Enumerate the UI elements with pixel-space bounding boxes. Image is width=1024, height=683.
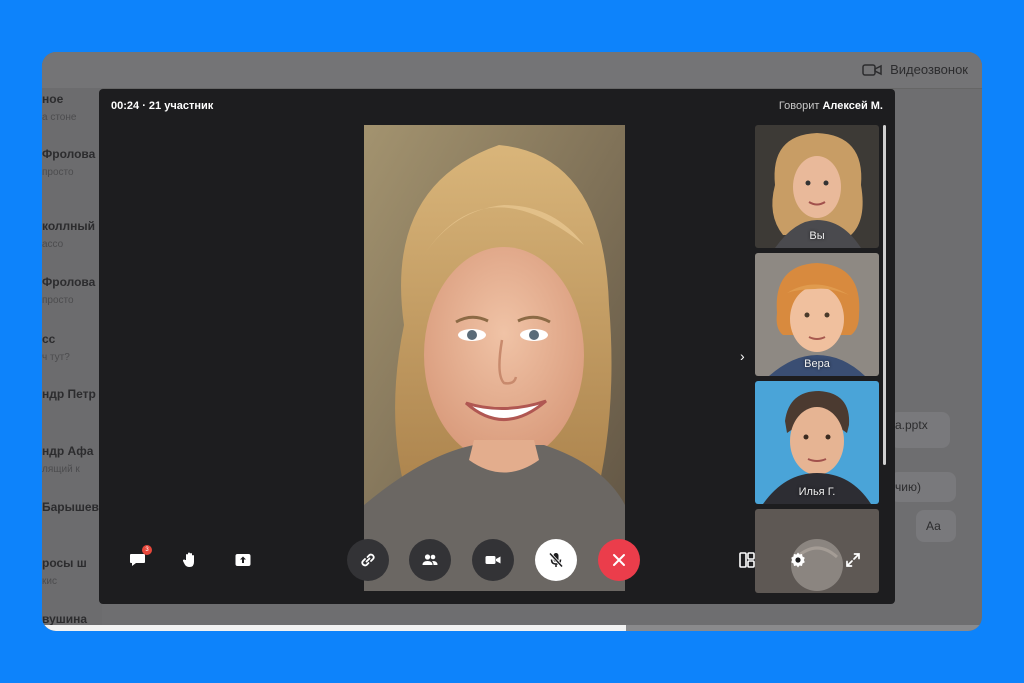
messenger-window: Видеозвонок ное а стоне Фролова просто к… [42, 52, 982, 631]
chat-name: коллный [42, 219, 95, 233]
chat-item[interactable]: Барышев [42, 500, 102, 556]
hand-icon [182, 552, 194, 567]
main-video[interactable] [364, 125, 625, 591]
grid-layout-icon [739, 552, 755, 568]
chat-preview: ассо [42, 239, 64, 250]
chat-name: Барышев [42, 500, 99, 514]
copy-link-button[interactable] [347, 539, 389, 581]
chat-preview: лящий к [42, 464, 80, 475]
participant-scrollbar[interactable] [883, 125, 886, 465]
message-text: а.pptx [895, 418, 928, 432]
end-call-button[interactable] [598, 539, 640, 581]
layout-button[interactable] [736, 549, 758, 571]
close-icon [613, 554, 625, 566]
share-screen-icon [235, 554, 251, 566]
raise-hand-button[interactable] [179, 549, 201, 571]
chat-name: ндр Афа [42, 444, 94, 458]
call-status: 00:24 · 21 участник [111, 100, 214, 112]
speaking-prefix: Говорит [778, 100, 820, 112]
participants-button[interactable] [409, 539, 451, 581]
participant-tile[interactable]: Илья Г. [755, 381, 879, 504]
settings-button[interactable] [787, 549, 809, 571]
people-icon [422, 554, 438, 565]
chat-item[interactable]: Фролова просто [42, 147, 102, 203]
participant-label: Вера [804, 358, 830, 370]
chat-item[interactable]: ндр Петр [42, 387, 102, 443]
participant-label: Илья Г. [798, 486, 836, 498]
participant-label: Вы [809, 230, 825, 242]
message-text: чию) [895, 480, 921, 494]
chat-button[interactable]: 3 [127, 545, 152, 571]
chat-item[interactable]: росы ш кис [42, 556, 102, 612]
chat-name: вушина [42, 612, 88, 626]
video-camera-icon [485, 556, 501, 564]
chat-item[interactable]: ное а стоне [42, 92, 102, 148]
participant-tile-self[interactable]: Вы [755, 125, 879, 248]
chat-name: росы ш [42, 556, 87, 570]
speaking-name: Алексей М. [822, 100, 883, 112]
expand-icon [846, 553, 860, 567]
main-speaker-portrait [364, 125, 625, 591]
chat-preview: кис [42, 576, 57, 587]
chat-list: ное а стоне Фролова просто коллный ассо … [42, 88, 102, 631]
progress-bar-filled [42, 625, 626, 631]
chat-item[interactable]: Фролова просто [42, 275, 102, 331]
message-text: Аа [926, 519, 941, 533]
video-call-panel: 00:24 · 21 участник Говорит Алексей М. ›… [99, 89, 895, 604]
camera-toggle-button[interactable] [472, 539, 514, 581]
camera-icon [862, 63, 882, 76]
active-speaker: Говорит Алексей М. [779, 100, 883, 112]
fullscreen-button[interactable] [842, 549, 864, 571]
chat-preview: просто [42, 167, 74, 178]
microphone-off-icon [548, 552, 564, 568]
chat-item[interactable]: коллный ассо [42, 219, 102, 275]
microphone-toggle-button[interactable] [535, 539, 577, 581]
chat-item[interactable]: ндр Афа лящий к [42, 444, 102, 500]
participant-tile[interactable]: Вера [755, 253, 879, 376]
app-header [42, 52, 982, 88]
chat-name: Фролова [42, 275, 96, 289]
chevron-right-icon[interactable]: › [740, 348, 745, 364]
chat-name: ндр Петр [42, 387, 96, 401]
progress-bar-track [626, 625, 982, 631]
gear-icon [791, 552, 805, 568]
chat-preview: а стоне [42, 112, 77, 123]
chat-name: сс [42, 332, 56, 346]
chat-badge: 3 [142, 545, 152, 555]
videocall-label: Видеозвонок [890, 62, 968, 77]
link-icon [361, 553, 375, 567]
videocall-button[interactable]: Видеозвонок [862, 62, 968, 77]
share-screen-button[interactable] [232, 549, 254, 571]
chat-item[interactable]: сс ч тут? [42, 332, 102, 388]
chat-preview: ч тут? [42, 352, 70, 363]
chat-preview: просто [42, 295, 74, 306]
chat-name: Фролова [42, 147, 96, 161]
participant-list: Вы Вера Илья Г. [755, 125, 881, 593]
chat-name: ное [42, 92, 64, 106]
